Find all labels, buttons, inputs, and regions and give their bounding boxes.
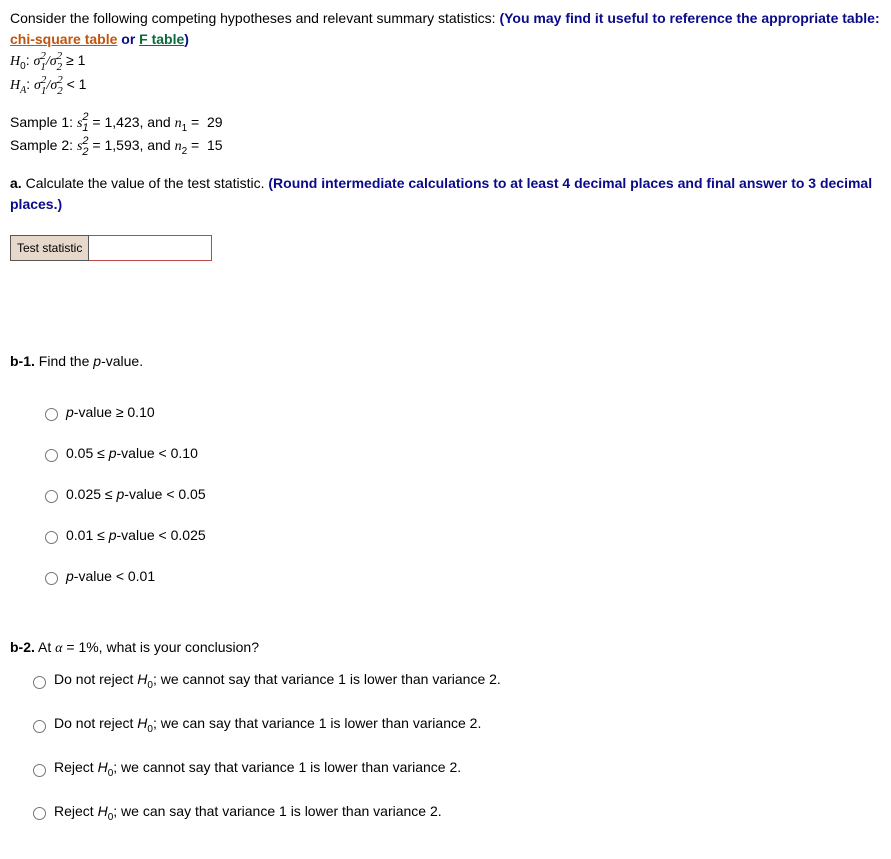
part-a-text: Calculate the value of the test statisti…	[22, 175, 269, 191]
b1-opt5-text: -value < 0.01	[74, 568, 155, 584]
f-table-link[interactable]: F table	[139, 31, 184, 47]
part-a-prompt: a. Calculate the value of the test stati…	[10, 173, 881, 215]
s2-eq: =	[89, 137, 105, 153]
b2-option-3-label: Reject H0; we cannot say that variance 1…	[54, 757, 461, 781]
b2-radio-2[interactable]	[33, 720, 46, 733]
s2-and: , and	[140, 137, 175, 153]
b1-opt1-text: -value ≥ 0.10	[74, 404, 155, 420]
b2-option-3[interactable]: Reject H0; we cannot say that variance 1…	[28, 757, 881, 781]
b2-radio-4[interactable]	[33, 807, 46, 820]
ha-ratio: σ21/σ22	[34, 78, 63, 93]
n1-sub: 1	[182, 122, 188, 133]
intro-or: or	[117, 31, 139, 47]
sample1-line: Sample 1: s21 = 1,423, and n1 = 29	[10, 112, 881, 136]
ha-line: HA: σ21/σ22 < 1	[10, 74, 881, 98]
ha-sym: H	[10, 78, 20, 93]
b1-radio-5[interactable]	[45, 572, 58, 585]
part-b2-pre: At	[35, 639, 55, 655]
n1-val: 29	[207, 114, 223, 130]
s1-val: 1,423	[104, 114, 139, 130]
sigma1: σ	[33, 54, 40, 69]
ha-rel: < 1	[63, 76, 87, 92]
s1-eq: =	[89, 114, 105, 130]
part-b2-label: b-2.	[10, 639, 35, 655]
sigma1a: σ	[34, 78, 41, 93]
test-statistic-table: Test statistic	[10, 235, 212, 261]
b2-option-4[interactable]: Reject H0; we can say that variance 1 is…	[28, 801, 881, 825]
b1-radio-3[interactable]	[45, 490, 58, 503]
b1-option-2[interactable]: 0.05 ≤ p-value < 0.10	[40, 443, 881, 464]
h0-rel: ≥ 1	[62, 52, 85, 68]
b1-option-5[interactable]: p-value < 0.01	[40, 566, 881, 587]
b2-option-2-label: Do not reject H0; we can say that varian…	[54, 713, 481, 737]
b1-radio-4[interactable]	[45, 531, 58, 544]
part-b1-text: Find the	[35, 353, 93, 369]
chi-square-link[interactable]: chi-square table	[10, 31, 117, 47]
h0-ratio: σ21/σ22	[33, 54, 62, 69]
b1-option-1-label: p-value ≥ 0.10	[66, 402, 155, 423]
intro-text: Consider the following competing hypothe…	[10, 8, 881, 50]
part-b2-mid: = 1%, what is your conclusion?	[62, 639, 259, 655]
part-b1-p: p	[93, 353, 101, 369]
ha-colon: :	[26, 76, 34, 92]
s1-prefix: Sample 1:	[10, 114, 77, 130]
b1-option-3-label: 0.025 ≤ p-value < 0.05	[66, 484, 206, 505]
sample2-line: Sample 2: s22 = 1,593, and n2 = 15	[10, 135, 881, 159]
s1-and: , and	[140, 114, 175, 130]
n2-sub: 2	[182, 146, 188, 157]
b1-option-4[interactable]: 0.01 ≤ p-value < 0.025	[40, 525, 881, 546]
b2-option-2[interactable]: Do not reject H0; we can say that varian…	[28, 713, 881, 737]
s2-val: 1,593	[104, 137, 139, 153]
test-statistic-input[interactable]	[89, 236, 212, 261]
sigma2a: σ	[50, 78, 57, 93]
h0-sym: H	[10, 54, 20, 69]
part-b2-prompt: b-2. At α = 1%, what is your conclusion?	[10, 637, 881, 659]
n1-sym: n	[175, 116, 182, 131]
b1-option-3[interactable]: 0.025 ≤ p-value < 0.05	[40, 484, 881, 505]
intro-note-prefix: (You may find it useful to reference the…	[499, 10, 879, 26]
b1-option-4-label: 0.01 ≤ p-value < 0.025	[66, 525, 206, 546]
n2-sym: n	[175, 139, 182, 154]
b1-option-1[interactable]: p-value ≥ 0.10	[40, 402, 881, 423]
sigma2: σ	[50, 54, 57, 69]
b1-option-5-label: p-value < 0.01	[66, 566, 155, 587]
b1-radio-2[interactable]	[45, 449, 58, 462]
n2-val: 15	[207, 137, 223, 153]
intro-lead: Consider the following competing hypothe…	[10, 10, 499, 26]
s2-prefix: Sample 2:	[10, 137, 77, 153]
b2-option-4-label: Reject H0; we can say that variance 1 is…	[54, 801, 442, 825]
test-statistic-label: Test statistic	[11, 236, 89, 261]
b1-radio-1[interactable]	[45, 408, 58, 421]
intro-note-suffix: )	[184, 31, 189, 47]
part-b1-label: b-1.	[10, 353, 35, 369]
part-a-label: a.	[10, 175, 22, 191]
b2-option-1-label: Do not reject H0; we cannot say that var…	[54, 669, 501, 693]
b1-option-2-label: 0.05 ≤ p-value < 0.10	[66, 443, 198, 464]
h0-line: H0: σ21/σ22 ≥ 1	[10, 50, 881, 74]
part-b1-text2: -value.	[101, 353, 143, 369]
b2-radio-3[interactable]	[33, 764, 46, 777]
b2-radio-1[interactable]	[33, 676, 46, 689]
part-b1-prompt: b-1. Find the p-value.	[10, 351, 881, 372]
b2-option-1[interactable]: Do not reject H0; we cannot say that var…	[28, 669, 881, 693]
